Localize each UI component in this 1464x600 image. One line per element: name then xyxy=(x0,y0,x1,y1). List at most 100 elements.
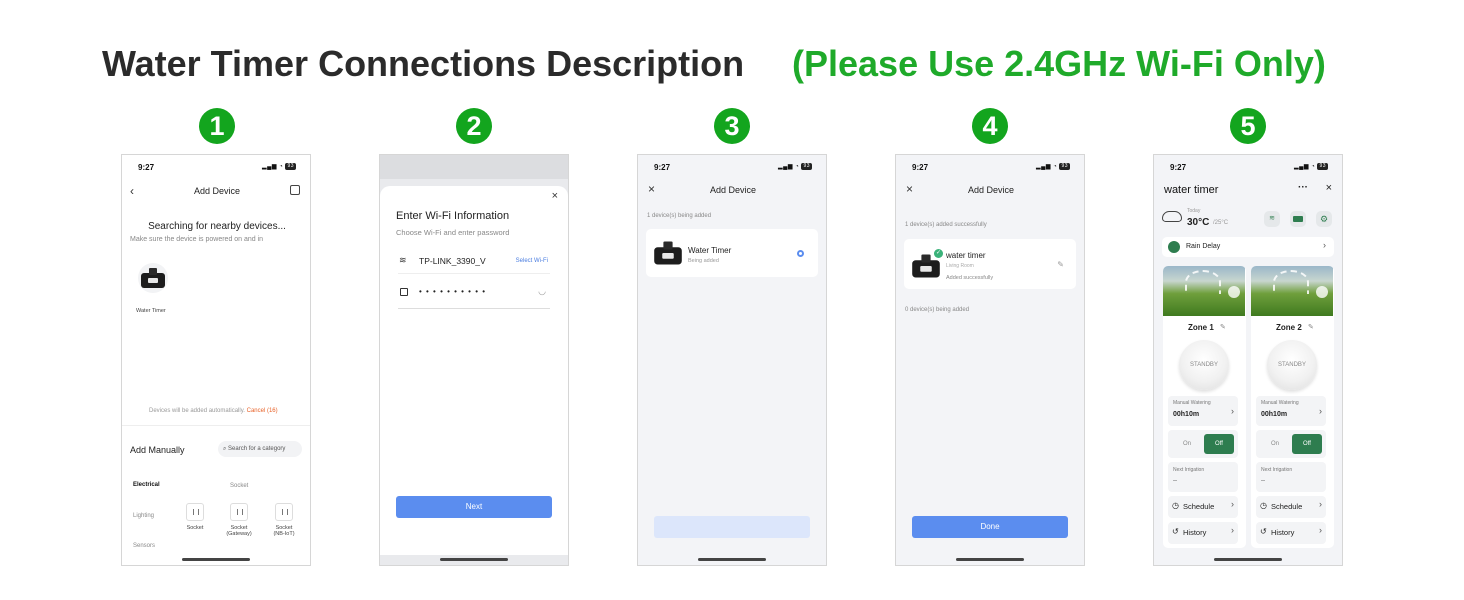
category-search[interactable]: ⌕ Search for a category xyxy=(218,441,302,457)
added-device-card[interactable]: ✓ water timer Living Room Added successf… xyxy=(904,239,1076,289)
home-indicator xyxy=(956,558,1024,561)
zone-1-standby[interactable]: STANDBY xyxy=(1179,340,1229,390)
weather-label: Today xyxy=(1187,208,1201,214)
status-bar: 9:27 ▂▄▆ ◔ 93 xyxy=(138,163,296,173)
disabled-button xyxy=(654,516,810,538)
device-name: water timer xyxy=(946,251,986,260)
history-label: History xyxy=(1271,528,1295,537)
check-icon: ✓ xyxy=(934,249,943,258)
pending-status: 0 device(s) being added xyxy=(905,307,970,313)
device-name: Water Timer xyxy=(688,246,732,255)
home-indicator xyxy=(1214,558,1282,561)
phone-screen-1: 9:27 ▂▄▆ ◔ 93 ‹ Add Device Searching for… xyxy=(121,154,311,566)
next-irrigation-value: -- xyxy=(1261,478,1265,484)
status-time: 9:27 xyxy=(138,163,155,172)
chevron-right-icon: › xyxy=(1231,525,1234,535)
adding-status: 1 device(s) being added xyxy=(647,213,712,219)
device-card[interactable]: Water Timer Being added xyxy=(646,229,818,277)
wifi-status-icon[interactable]: ≋ xyxy=(1264,211,1280,227)
on-option[interactable]: On xyxy=(1260,434,1290,454)
dimmed-background xyxy=(380,155,568,179)
phone-screen-5: 9:27 ▂▄▆ ◔ 93 water timer ··· × Today 30… xyxy=(1153,154,1343,566)
rain-delay-row[interactable]: Rain Delay › xyxy=(1162,237,1334,257)
zone-2-history[interactable]: ↺ History › xyxy=(1256,522,1326,544)
searching-text: Searching for nearby devices... xyxy=(148,221,286,232)
schedule-label: Schedule xyxy=(1183,502,1215,511)
phone-screen-2: × Enter Wi-Fi Information Choose Wi-Fi a… xyxy=(379,154,569,566)
status-bar: 9:27 ▂▄▆ ◔ 93 xyxy=(912,163,1070,173)
device-state: Being added xyxy=(688,258,719,264)
settings-icon[interactable]: ⚙ xyxy=(1316,211,1332,227)
edit-icon[interactable]: ✎ xyxy=(1057,260,1064,269)
status-time: 9:27 xyxy=(654,163,671,172)
signal-icons: ▂▄▆ ◔ 93 xyxy=(1036,163,1070,171)
edit-icon[interactable]: ✎ xyxy=(1220,323,1226,331)
device-room: Living Room xyxy=(946,263,974,269)
category-electrical[interactable]: Electrical xyxy=(133,482,160,488)
signal-icons: ▂▄▆ ◔ 93 xyxy=(1294,163,1328,171)
auto-add-text: Devices will be added automatically. Can… xyxy=(149,408,278,414)
next-irrigation-label: Next Irrigation xyxy=(1173,467,1205,473)
next-irrigation-value: -- xyxy=(1173,478,1177,484)
step-badge-3: 3 xyxy=(714,108,750,144)
battery-icon: 93 xyxy=(1317,163,1328,170)
next-button[interactable]: Next xyxy=(396,496,552,518)
wifi-title: Enter Wi-Fi Information xyxy=(396,210,510,222)
close-icon[interactable]: × xyxy=(1326,182,1332,194)
phone-screen-3: 9:27 ▂▄▆ ◔ 93 × Add Device 1 device(s) b… xyxy=(637,154,827,566)
camera-icon[interactable] xyxy=(1228,286,1240,298)
rain-delay-label: Rain Delay xyxy=(1186,243,1221,250)
home-indicator xyxy=(182,558,250,561)
zone-1-name[interactable]: Zone 1 xyxy=(1188,323,1214,332)
zone-2-standby[interactable]: STANDBY xyxy=(1267,340,1317,390)
zone-1-schedule[interactable]: ◷ Schedule › xyxy=(1168,496,1238,518)
battery-status-icon[interactable] xyxy=(1290,211,1306,227)
zone-2-manual-watering[interactable]: Manual Watering 00h10m › xyxy=(1256,396,1326,426)
home-indicator xyxy=(440,558,508,561)
page-header: Water Timer Connections Description (Ple… xyxy=(0,40,1464,90)
cloud-icon xyxy=(1162,211,1182,222)
category-sensors[interactable]: Sensors xyxy=(133,543,155,549)
category-lighting[interactable]: Lighting xyxy=(133,513,154,519)
select-wifi-link[interactable]: Select Wi-Fi xyxy=(516,258,548,264)
socket-gateway-icon[interactable] xyxy=(230,503,248,521)
wifi-ssid[interactable]: TP-LINK_3390_V xyxy=(419,256,486,266)
device-label: Water Timer xyxy=(136,308,166,314)
success-status: 1 device(s) added successfully xyxy=(905,222,987,228)
water-timer-device[interactable] xyxy=(138,263,168,293)
eye-icon[interactable]: ◡ xyxy=(538,286,546,297)
home-indicator xyxy=(698,558,766,561)
more-icon[interactable]: ··· xyxy=(1298,182,1308,193)
done-button[interactable]: Done xyxy=(912,516,1068,538)
on-option[interactable]: On xyxy=(1172,434,1202,454)
cancel-link[interactable]: Cancel (16) xyxy=(247,408,278,414)
step-badge-4: 4 xyxy=(972,108,1008,144)
search-icon: ⌕ xyxy=(223,446,227,452)
zone-1-toggle[interactable]: On Off xyxy=(1168,430,1238,458)
socket-icon[interactable] xyxy=(186,503,204,521)
password-field[interactable]: • • • • • • • • • • xyxy=(419,287,486,296)
lock-icon xyxy=(400,288,408,296)
off-option[interactable]: Off xyxy=(1204,434,1234,454)
edit-icon[interactable]: ✎ xyxy=(1308,323,1314,331)
camera-icon[interactable] xyxy=(1316,286,1328,298)
battery-fill xyxy=(1293,216,1303,222)
chevron-right-icon: › xyxy=(1231,499,1234,509)
water-timer-icon xyxy=(653,241,683,265)
close-icon[interactable]: × xyxy=(552,190,558,202)
wifi-note: (Please Use 2.4GHz Wi-Fi Only) xyxy=(792,43,1326,84)
clock-icon: ◷ xyxy=(1172,501,1179,510)
socket-nbiot-icon[interactable] xyxy=(275,503,293,521)
zone-1-manual-watering[interactable]: Manual Watering 00h10m › xyxy=(1168,396,1238,426)
signal-icons: ▂▄▆ ◔ 93 xyxy=(778,163,812,171)
history-icon: ↺ xyxy=(1260,527,1267,536)
zone-2-schedule[interactable]: ◷ Schedule › xyxy=(1256,496,1326,518)
manual-watering-label: Manual Watering xyxy=(1261,400,1299,406)
off-option[interactable]: Off xyxy=(1292,434,1322,454)
zone-1-history[interactable]: ↺ History › xyxy=(1168,522,1238,544)
auto-add-label: Devices will be added automatically. xyxy=(149,408,245,414)
scan-icon[interactable] xyxy=(290,185,300,195)
history-icon: ↺ xyxy=(1172,527,1179,536)
zone-2-toggle[interactable]: On Off xyxy=(1256,430,1326,458)
zone-2-name[interactable]: Zone 2 xyxy=(1276,323,1302,332)
